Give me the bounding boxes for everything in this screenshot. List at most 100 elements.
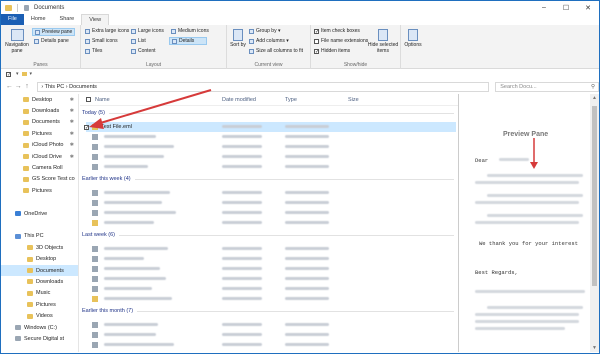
table-row[interactable] [86, 244, 456, 254]
table-row[interactable] [86, 320, 456, 330]
file-extensions-toggle[interactable]: File name extensions [314, 38, 368, 44]
ribbon-tabs: File Home Share View [1, 14, 599, 25]
tab-share[interactable]: Share [53, 14, 82, 25]
sidebar-item-label: Pictures [36, 301, 56, 308]
table-row[interactable] [86, 264, 456, 274]
options-button[interactable]: Options [403, 29, 423, 48]
scroll-up-icon[interactable]: ▲ [590, 95, 599, 101]
tab-home[interactable]: Home [24, 14, 53, 25]
preview-pane-button[interactable]: Preview pane [32, 28, 76, 36]
sidebar-item[interactable]: Secure Digital st [1, 333, 78, 344]
maximize-button[interactable]: ☐ [555, 1, 577, 14]
table-row[interactable] [86, 294, 456, 304]
blurred-file-name [104, 297, 172, 300]
table-row[interactable] [86, 284, 456, 294]
tab-view[interactable]: View [81, 14, 110, 25]
table-row[interactable] [86, 188, 456, 198]
preview-scrollbar[interactable]: ▲ ▼ [590, 94, 599, 352]
sidebar-item[interactable]: Music [1, 288, 78, 299]
details-pane-icon [34, 38, 39, 44]
sidebar-item[interactable]: GS Score Test co [1, 174, 78, 185]
group-header[interactable]: Earlier this week (4) [82, 176, 454, 182]
table-row[interactable] [86, 274, 456, 284]
sort-by-button[interactable]: Sort by [230, 29, 246, 48]
hide-selected-button[interactable]: Hide selected items [367, 29, 399, 54]
checkbox-checked-icon[interactable]: ✓ [6, 71, 11, 77]
sidebar-item[interactable]: Desktop ✱ [1, 94, 78, 105]
folder-icon [92, 220, 98, 226]
group-by-button[interactable]: Group by ▾ [249, 28, 280, 34]
item-check-boxes-toggle[interactable]: ✓ Item check boxes [314, 28, 360, 34]
table-row[interactable] [86, 152, 456, 162]
sidebar-item[interactable]: Pictures ✱ [1, 128, 78, 139]
forward-button[interactable]: → [14, 83, 23, 90]
hidden-items-toggle[interactable]: ✓ Hidden items [314, 48, 350, 54]
blurred-cell [285, 287, 329, 290]
back-button[interactable]: ← [5, 83, 14, 90]
sidebar-item[interactable]: Documents ✱ [1, 117, 78, 128]
add-columns-button[interactable]: Add columns ▾ [249, 38, 289, 44]
sidebar-item[interactable]: Pictures [1, 185, 78, 196]
chevron-down-icon[interactable]: ▾ [16, 71, 19, 77]
table-row[interactable] [86, 198, 456, 208]
table-row[interactable] [86, 162, 456, 172]
sidebar-item[interactable]: iCloud Drive ✱ [1, 151, 78, 162]
table-row[interactable] [86, 330, 456, 340]
column-size[interactable]: Size [348, 97, 359, 103]
sidebar-item[interactable]: 3D Objects [1, 242, 78, 253]
layout-tiles[interactable]: Tiles [85, 48, 102, 54]
sidebar-item[interactable]: This PC [1, 231, 78, 242]
layout-details[interactable]: Details [169, 37, 208, 45]
column-type[interactable]: Type [285, 97, 297, 103]
blurred-cell [222, 201, 262, 204]
layout-small-icons[interactable]: Small icons [85, 38, 118, 44]
up-button[interactable]: ↑ [23, 83, 32, 90]
group-header[interactable]: Last week (6) [82, 232, 454, 238]
folder-icon [23, 165, 29, 171]
small-icons-label: Small icons [92, 38, 118, 44]
sidebar-item[interactable]: Downloads [1, 276, 78, 287]
sidebar-item[interactable]: Pictures [1, 299, 78, 310]
column-date-modified[interactable]: Date modified [222, 97, 256, 103]
layout-medium-icons[interactable]: Medium icons [171, 28, 209, 34]
chevron-down-icon[interactable]: ▾ [30, 71, 33, 77]
minimize-button[interactable]: – [533, 1, 555, 14]
sidebar-item[interactable]: Downloads ✱ [1, 105, 78, 116]
sidebar-item[interactable]: Camera Roll [1, 162, 78, 173]
table-row[interactable] [86, 340, 456, 350]
folder-icon[interactable] [21, 72, 27, 76]
blurred-cell [222, 221, 262, 224]
sidebar-item[interactable]: iCloud Photo ✱ [1, 140, 78, 151]
layout-content[interactable]: Content [131, 48, 156, 54]
layout-list[interactable]: List [131, 38, 146, 44]
explorer-window: Documents – ☐ ✕ File Home Share View Nav… [0, 0, 600, 354]
drive-icon [15, 325, 21, 330]
navigation-pane-icon [10, 29, 24, 41]
group-header[interactable]: Earlier this month (7) [82, 308, 454, 314]
preview-blurred-text [475, 181, 579, 184]
search-input[interactable]: Search Docu... ⚲ [495, 81, 599, 92]
sidebar-item[interactable]: Desktop [1, 253, 78, 264]
size-columns-button[interactable]: Size all columns to fit [249, 48, 303, 54]
quick-access-icon[interactable] [24, 4, 29, 11]
sidebar-item-label: Desktop [36, 256, 57, 263]
table-row[interactable] [86, 142, 456, 152]
layout-large-icons[interactable]: Large icons [131, 28, 164, 34]
scroll-down-icon[interactable]: ▼ [590, 345, 599, 351]
sidebar-item[interactable]: Windows (C:) [1, 322, 78, 333]
table-row[interactable] [86, 254, 456, 264]
navigation-pane-button[interactable]: Navigation pane [4, 29, 30, 54]
tab-file[interactable]: File [1, 14, 24, 25]
sidebar-item[interactable]: Videos [1, 310, 78, 321]
details-pane-button[interactable]: Details pane [34, 38, 69, 44]
table-row[interactable] [86, 208, 456, 218]
details-icon [172, 38, 177, 44]
sidebar-item[interactable]: Documents [1, 264, 78, 277]
blurred-cell [285, 333, 329, 336]
blurred-file-name [104, 257, 144, 260]
layout-extra-large-icons[interactable]: Extra large icons [85, 28, 129, 34]
scrollbar-thumb[interactable] [592, 106, 597, 286]
sidebar-item[interactable]: OneDrive [1, 208, 78, 219]
close-button[interactable]: ✕ [577, 1, 599, 14]
table-row[interactable] [86, 218, 456, 228]
